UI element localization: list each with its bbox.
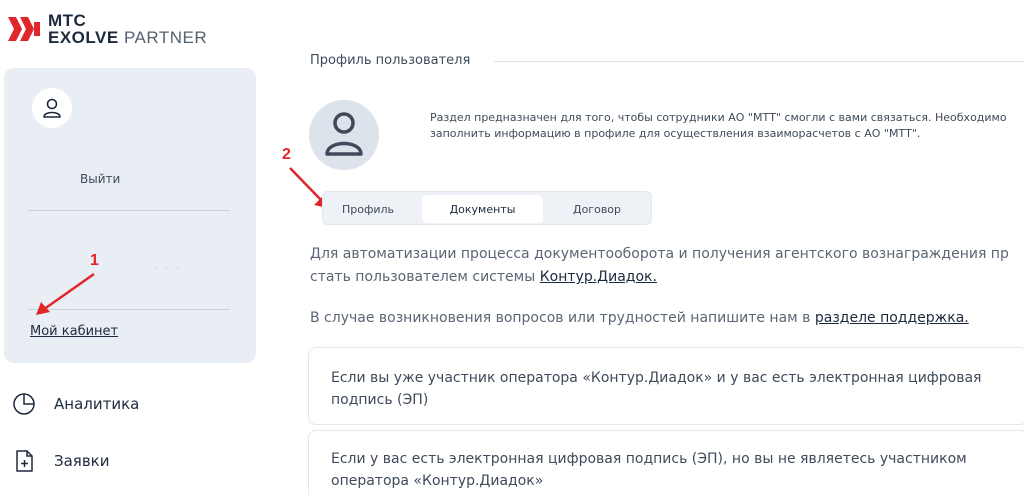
tab-documents[interactable]: Документы (422, 195, 543, 223)
sidebar-item-requests[interactable]: Заявки (12, 449, 109, 473)
brand-line1: МТС (48, 11, 87, 30)
accordion-title: Если вы уже участник оператора «Контур.Д… (331, 370, 982, 408)
accordion-title: Если у вас есть электронная цифровая под… (331, 451, 967, 489)
diadoc-intro-line1: Для автоматизации процесса документообор… (310, 246, 1009, 262)
annotation-number-1: 1 (90, 252, 99, 269)
sidebar-item-analytics[interactable]: Аналитика (12, 392, 139, 416)
accordion-has-diadoc[interactable]: Если вы уже участник оператора «Контур.Д… (308, 347, 1024, 425)
diadoc-intro-line2: стать пользователем системы (310, 269, 540, 285)
profile-info-text: Раздел предназначен для того, чтобы сотр… (430, 111, 1007, 140)
my-cabinet-link[interactable]: Мой кабинет (30, 324, 118, 339)
support-text: В случае возникновения вопросов или труд… (310, 307, 969, 330)
brand-name: МТС EXOLVE PARTNER (48, 12, 207, 46)
sidebar-item-label: Аналитика (54, 395, 140, 413)
title-divider (494, 61, 1024, 62)
page-title: Профиль пользователя (310, 53, 471, 68)
diadoc-intro-text: Для автоматизации процесса документообор… (310, 243, 1009, 289)
tab-contract[interactable]: Договор (553, 195, 641, 223)
mts-logo-icon (8, 17, 40, 41)
tab-profile[interactable]: Профиль (325, 195, 411, 223)
user-avatar[interactable] (32, 88, 72, 128)
accordion-no-diadoc[interactable]: Если у вас есть электронная цифровая под… (308, 430, 1024, 495)
annotation-arrow-1 (36, 272, 95, 315)
user-icon (43, 98, 61, 118)
support-text-prefix: В случае возникновения вопросов или труд… (310, 310, 815, 326)
brand-logo[interactable]: МТС EXOLVE PARTNER (8, 12, 207, 46)
support-section-link[interactable]: разделе поддержка. (815, 310, 969, 326)
hidden-text-placeholder: . . . (154, 262, 182, 271)
profile-tabs: Профиль Документы Договор (322, 191, 652, 225)
brand-line2-main: EXOLVE (48, 28, 119, 47)
annotation-number-2: 2 (282, 146, 291, 163)
user-icon (325, 112, 363, 156)
profile-avatar[interactable] (309, 100, 379, 170)
logout-button[interactable]: Выйти (80, 172, 120, 186)
sidebar-item-label: Заявки (54, 452, 110, 470)
brand-line2-sub: PARTNER (123, 28, 208, 47)
pie-chart-icon (13, 393, 35, 415)
kontur-diadoc-link[interactable]: Контур.Диадок. (540, 269, 657, 285)
file-plus-icon (16, 450, 33, 472)
card-divider-top (28, 210, 230, 211)
